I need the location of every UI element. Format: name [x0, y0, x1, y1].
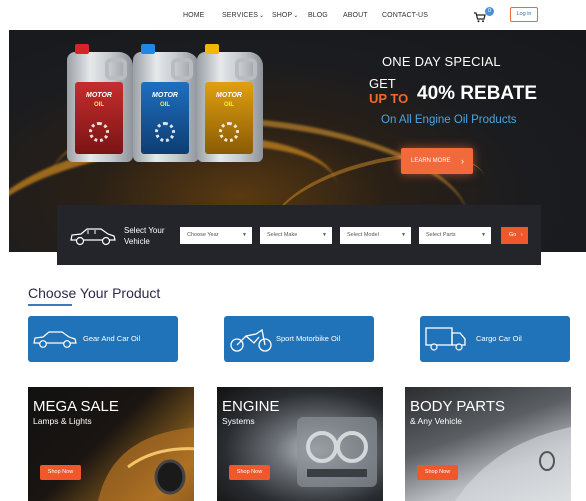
bottle-cap [141, 44, 155, 54]
car-body-image [455, 427, 571, 501]
motorbike-icon [230, 328, 272, 352]
nav-shop[interactable]: SHOP⌄ [272, 12, 298, 19]
cart-icon[interactable] [474, 12, 486, 23]
oil-bottle-yellow: MOTOR OIL [197, 44, 263, 162]
make-dropdown-placeholder: Select Make [267, 232, 298, 238]
product-gear-and-car-oil[interactable]: Gear And Car Oil [28, 316, 178, 362]
oil-bottle-red: MOTOR OIL [67, 44, 133, 162]
cart-count-badge: 0 [485, 7, 494, 16]
top-navigation: HOME SERVICES⌄ SHOP⌄ BLOG ABOUT CONTACT-… [0, 0, 586, 30]
bottle-handle [235, 58, 257, 80]
gear-icon [219, 122, 239, 142]
nav-about[interactable]: ABOUT [343, 12, 368, 19]
bottle-sub: OIL [160, 102, 170, 108]
bottle-label: MOTOR OIL [141, 82, 189, 154]
oil-bottle-blue: MOTOR OIL [133, 44, 199, 162]
truck-icon [425, 327, 466, 351]
shop-now-button[interactable]: Shop Now [417, 465, 458, 480]
heading-underline [28, 304, 72, 306]
chevron-down-icon: ⌄ [293, 13, 299, 19]
shop-now-button[interactable]: Shop Now [40, 465, 81, 480]
caret-down-icon: ▼ [481, 232, 486, 238]
hero-upto-text: UP TO [369, 91, 409, 106]
year-dropdown-placeholder: Choose Year [187, 232, 219, 238]
chevron-right-icon: › [520, 232, 523, 238]
car-icon [33, 331, 77, 348]
go-button[interactable]: Go › [501, 227, 528, 244]
model-dropdown-placeholder: Select Model [347, 232, 379, 238]
product-cargo-car-oil[interactable]: Cargo Car Oil [420, 316, 570, 362]
login-button[interactable]: Log in [510, 7, 538, 22]
bottle-sub: OIL [224, 102, 234, 108]
chevron-down-icon: ⌄ [259, 13, 265, 19]
vehicle-selector: Select Your Vehicle Choose Year ▼ Select… [57, 205, 541, 265]
bottle-cap [205, 44, 219, 54]
product-label: Sport Motorbike Oil [276, 334, 341, 343]
bottle-handle [171, 58, 193, 80]
model-dropdown[interactable]: Select Model ▼ [340, 227, 411, 244]
bottle-brand: MOTOR [216, 92, 242, 99]
nav-home[interactable]: HOME [183, 12, 204, 19]
shop-now-button[interactable]: Shop Now [229, 465, 270, 480]
year-dropdown[interactable]: Choose Year ▼ [180, 227, 252, 244]
product-label: Gear And Car Oil [83, 334, 141, 343]
bottle-label: MOTOR OIL [205, 82, 253, 154]
car-headlight-image [98, 427, 194, 501]
promo-card-mega-sale: MEGA SALE Lamps & Lights Shop Now [28, 387, 194, 501]
section-heading: Choose Your Product [28, 285, 161, 301]
go-label: Go [509, 232, 517, 238]
caret-down-icon: ▼ [322, 232, 327, 238]
nav-blog[interactable]: BLOG [308, 12, 328, 19]
hero-title: ONE DAY SPECIAL [382, 54, 501, 69]
chevron-right-icon: › [461, 156, 464, 166]
learn-more-button[interactable]: LEARN MORE › [401, 148, 473, 174]
bottle-handle [105, 58, 127, 80]
promo-card-body-parts: BODY PARTS & Any Vehicle Shop Now [405, 387, 571, 501]
bottle-label: MOTOR OIL [75, 82, 123, 154]
gear-icon [89, 122, 109, 142]
product-label: Cargo Car Oil [476, 334, 522, 343]
hero-rebate-text: 40% REBATE [417, 83, 538, 104]
caret-down-icon: ▼ [401, 232, 406, 238]
make-dropdown[interactable]: Select Make ▼ [260, 227, 332, 244]
promo-title: BODY PARTS [410, 398, 506, 415]
hero-subtitle: On All Engine Oil Products [381, 114, 517, 126]
product-sport-motorbike-oil[interactable]: Sport Motorbike Oil [224, 316, 374, 362]
bottle-sub: OIL [94, 102, 104, 108]
promo-subtitle: Lamps & Lights [33, 416, 92, 426]
promo-title: MEGA SALE [33, 398, 119, 415]
caret-down-icon: ▼ [242, 232, 247, 238]
nav-services-label: SERVICES [222, 12, 259, 19]
promo-card-engine: ENGINE Systems Shop Now [217, 387, 383, 501]
parts-dropdown[interactable]: Select Parts ▼ [419, 227, 491, 244]
hero-get-text: GET [369, 76, 396, 91]
select-vehicle-label: Select Your Vehicle [124, 226, 165, 246]
promo-subtitle: Systems [222, 416, 255, 426]
nav-contact-us[interactable]: CONTACT-US [382, 12, 428, 19]
nav-services[interactable]: SERVICES⌄ [222, 12, 264, 19]
gear-icon [155, 122, 175, 142]
engine-image [297, 417, 377, 487]
bottle-brand: MOTOR [86, 92, 112, 99]
bottle-brand: MOTOR [152, 92, 178, 99]
nav-shop-label: SHOP [272, 12, 293, 19]
bottle-cap [75, 44, 89, 54]
learn-more-label: LEARN MORE [411, 158, 451, 164]
promo-title: ENGINE [222, 398, 280, 415]
parts-dropdown-placeholder: Select Parts [426, 232, 456, 238]
car-icon [70, 228, 116, 246]
promo-subtitle: & Any Vehicle [410, 416, 462, 426]
